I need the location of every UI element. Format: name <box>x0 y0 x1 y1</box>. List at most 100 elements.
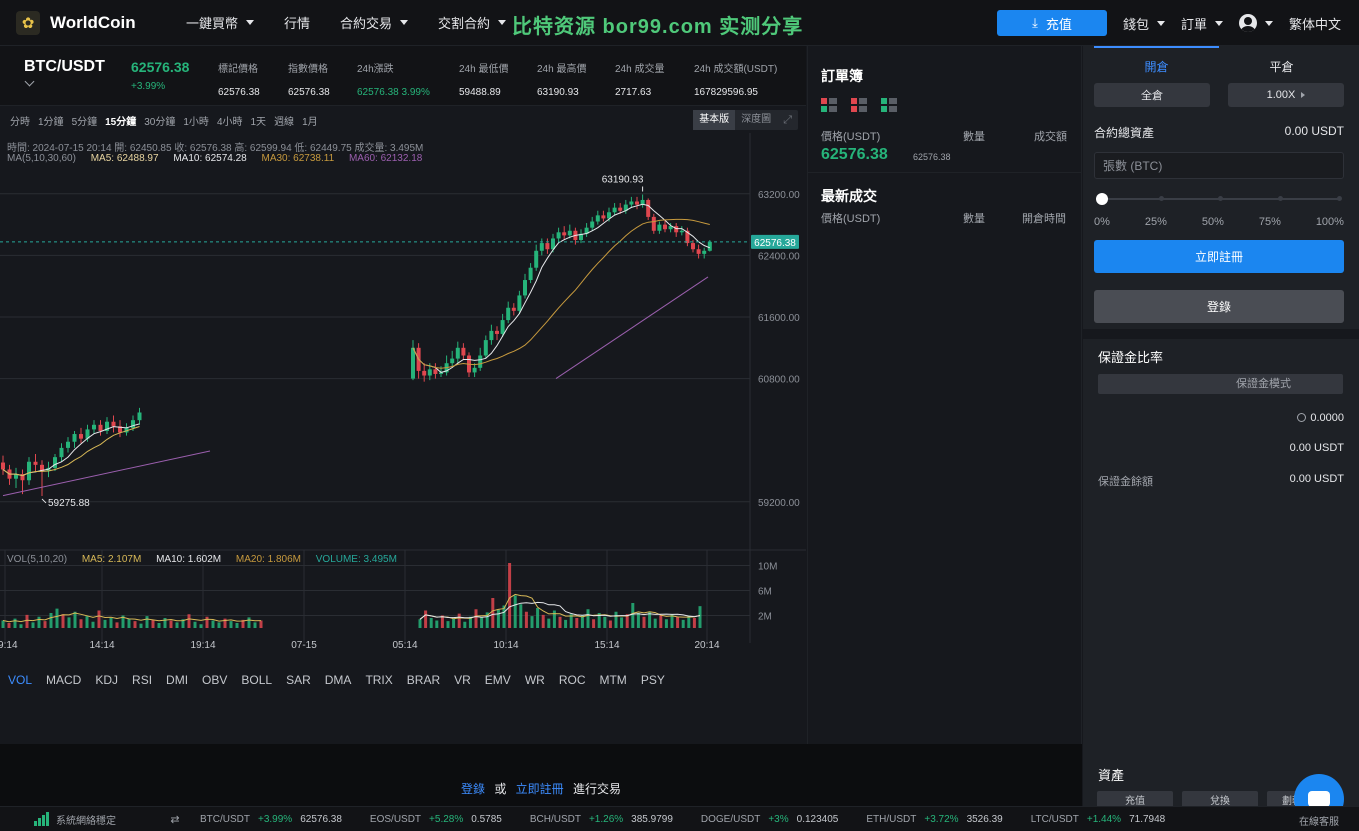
timeframe-4h[interactable]: 4小時 <box>217 113 243 128</box>
register-button[interactable]: 立即註冊 <box>1094 240 1344 273</box>
chevron-down-icon <box>498 20 507 25</box>
volume-bar <box>85 616 89 628</box>
basic-version-tab[interactable]: 基本版 <box>693 110 736 130</box>
ticker-bch[interactable]: BCH/USDT +1.26% 385.9799 <box>530 814 673 825</box>
margin-type-select[interactable]: 全倉 <box>1094 83 1210 107</box>
pct-0[interactable]: 0% <box>1094 216 1110 228</box>
volume-bar <box>1 620 5 628</box>
volume-bar <box>435 620 439 628</box>
indicator-kdj[interactable]: KDJ <box>95 673 118 687</box>
amount-input[interactable] <box>1094 152 1344 179</box>
online-service-link[interactable]: 在線客服 <box>1299 813 1339 828</box>
user-menu[interactable] <box>1238 14 1273 32</box>
candle <box>528 267 533 281</box>
tab-open-position[interactable]: 開倉 <box>1094 46 1219 78</box>
amount-slider[interactable] <box>1096 193 1342 205</box>
indicator-bar: VOL MACD KDJ RSI DMI OBV BOLL SAR DMA TRIX BRAR VR E… <box>0 669 806 691</box>
pct-100[interactable]: 100% <box>1316 216 1344 228</box>
fullscreen-icon[interactable]: ⤢ <box>777 114 798 127</box>
orderbook-asks-icon[interactable] <box>851 98 867 114</box>
timeframe-1h[interactable]: 1小時 <box>183 113 209 128</box>
indicator-brar[interactable]: BRAR <box>407 673 440 687</box>
indicator-rsi[interactable]: RSI <box>132 673 152 687</box>
slider-step-dot[interactable] <box>1158 196 1164 201</box>
nav-item-contract-trading[interactable]: 合約交易 <box>340 13 409 32</box>
ticker-btc[interactable]: BTC/USDT +3.99% 62576.38 <box>200 814 342 825</box>
ticker-ltc[interactable]: LTC/USDT +1.44% 71.7948 <box>1031 814 1166 825</box>
tab-close-position[interactable]: 平倉 <box>1219 46 1344 78</box>
orderbook-col-price: 價格(USDT) <box>821 131 881 143</box>
orderbook-both-icon[interactable] <box>821 98 837 114</box>
slider-step-dot[interactable] <box>1218 196 1223 201</box>
candle <box>427 369 432 376</box>
margin-mode-select[interactable]: 保證金模式 <box>1098 374 1343 394</box>
ticker-doge[interactable]: DOGE/USDT +3% 0.123405 <box>701 814 838 825</box>
prompt-login-link[interactable]: 登錄 <box>461 782 485 796</box>
login-button[interactable]: 登錄 <box>1094 290 1344 323</box>
pct-75[interactable]: 75% <box>1259 216 1281 228</box>
language-switch[interactable]: 繁体中文 <box>1289 14 1341 33</box>
candle <box>461 347 466 356</box>
indicator-macd[interactable]: MACD <box>46 673 81 687</box>
indicator-dmi[interactable]: DMI <box>166 673 188 687</box>
nav-item-quick-buy[interactable]: 一鍵買幣 <box>186 13 255 32</box>
indicator-boll[interactable]: BOLL <box>241 673 272 687</box>
kline-chart-svg: 63200.00 62400.00 61600.00 60800.00 59200.00… <box>0 133 806 651</box>
brand-logo[interactable]: ✿ WorldCoin <box>16 10 186 35</box>
slider-step-dot[interactable] <box>1337 196 1342 201</box>
volume-bar <box>614 611 618 628</box>
orders-menu[interactable]: 訂單 <box>1181 14 1223 33</box>
chevron-down-icon <box>1156 20 1165 26</box>
timeframe-line[interactable]: 分時 <box>10 113 30 128</box>
timeframe-5m[interactable]: 5分鐘 <box>72 113 98 128</box>
indicator-vol[interactable]: VOL <box>8 673 32 687</box>
indicator-roc[interactable]: ROC <box>559 673 586 687</box>
slider-step-dot[interactable] <box>1277 196 1283 201</box>
depth-chart-tab[interactable]: 深度圖 <box>735 110 777 130</box>
prompt-register-link[interactable]: 立即註冊 <box>516 782 564 796</box>
indicator-obv[interactable]: OBV <box>202 673 227 687</box>
timeframe-1m[interactable]: 1分鐘 <box>38 113 64 128</box>
leverage-select[interactable]: 1.00X <box>1228 83 1344 107</box>
ticker-header: BTC/USDT 62576.38 +3.99% 標記價格 62576.38 指數… <box>0 46 806 106</box>
volume-bar <box>91 621 95 628</box>
candle <box>92 424 96 430</box>
volume-bar <box>199 624 203 628</box>
pair-selector[interactable]: BTC/USDT <box>24 58 105 76</box>
candle <box>489 330 494 341</box>
indicator-mtm[interactable]: MTM <box>599 673 626 687</box>
indicator-psy[interactable]: PSY <box>641 673 665 687</box>
orderbook-bids-icon[interactable] <box>881 98 897 114</box>
pct-50[interactable]: 50% <box>1202 216 1224 228</box>
indicator-trix[interactable]: TRIX <box>365 673 392 687</box>
nav-item-market[interactable]: 行情 <box>284 13 310 32</box>
pct-25[interactable]: 25% <box>1145 216 1167 228</box>
slider-knob[interactable] <box>1096 193 1108 205</box>
timeframe-1w[interactable]: 週線 <box>274 113 294 128</box>
candle <box>137 412 142 421</box>
indicator-dma[interactable]: DMA <box>325 673 352 687</box>
timeframe-15m[interactable]: 15分鐘 <box>105 113 136 128</box>
high-marker-label: 63190.93 <box>602 174 644 185</box>
indicator-wr[interactable]: WR <box>525 673 545 687</box>
candle <box>691 243 695 250</box>
kline-chart[interactable]: 63200.00 62400.00 61600.00 60800.00 59200.00… <box>0 133 806 691</box>
ticker-eth[interactable]: ETH/USDT +3.72% 3526.39 <box>866 814 1002 825</box>
deposit-button[interactable]: ⤓ 充值 <box>996 10 1107 36</box>
swap-icon[interactable]: ⇄ <box>150 813 200 826</box>
indicator-emv[interactable]: EMV <box>485 673 511 687</box>
wallet-menu[interactable]: 錢包 <box>1123 14 1165 33</box>
timeframe-1mo[interactable]: 1月 <box>302 113 318 128</box>
volume-bar <box>49 613 53 628</box>
orderbook-col-qty: 數量 <box>963 131 985 143</box>
indicator-vr[interactable]: VR <box>454 673 471 687</box>
time-axis-label: 09:14 <box>0 640 18 651</box>
indicator-sar[interactable]: SAR <box>286 673 311 687</box>
ticker-eos[interactable]: EOS/USDT +5.28% 0.5785 <box>370 814 502 825</box>
ma60-line <box>2 450 211 497</box>
nav-item-delivery-contract[interactable]: 交割合約 <box>438 13 507 32</box>
timeframe-30m[interactable]: 30分鐘 <box>144 113 175 128</box>
timeframe-1d[interactable]: 1天 <box>251 113 267 128</box>
chevron-down-icon[interactable] <box>24 76 35 87</box>
candle <box>131 420 135 428</box>
